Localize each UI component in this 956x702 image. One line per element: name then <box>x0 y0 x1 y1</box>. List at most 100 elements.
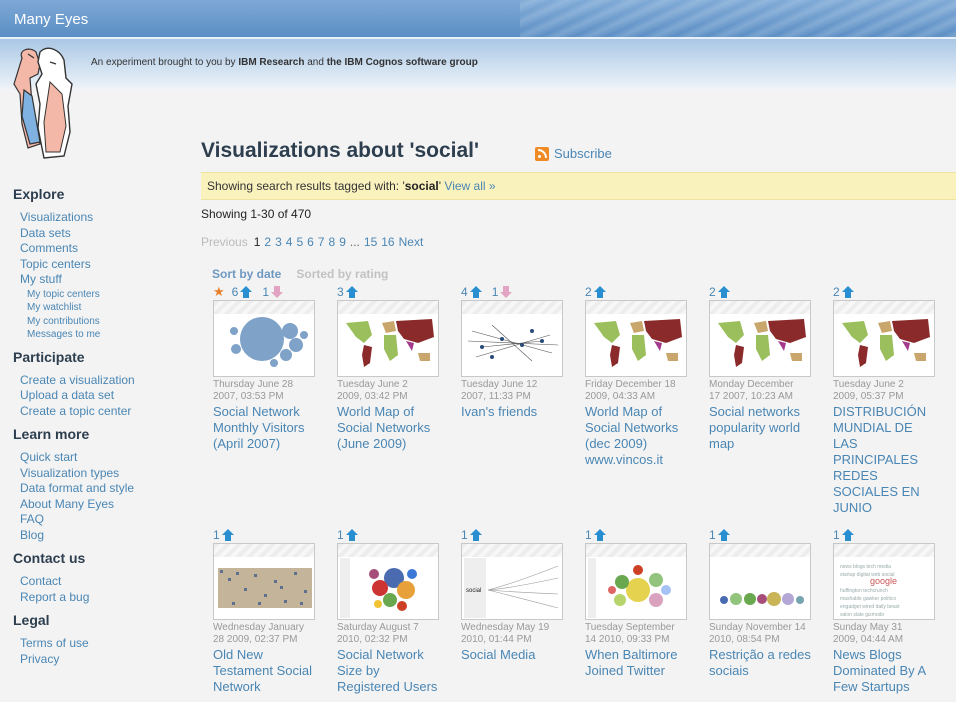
sidebar-item-topic-centers[interactable]: Topic centers <box>20 257 183 273</box>
thumbs-up-icon[interactable] <box>469 286 483 298</box>
sidebar-item-terms[interactable]: Terms of use <box>20 636 183 652</box>
upvote-count[interactable]: 1 <box>709 528 731 542</box>
upvote-count[interactable]: 1 <box>833 528 855 542</box>
card-title-link[interactable]: When Baltimore Joined Twitter <box>585 647 695 679</box>
card-title-line[interactable]: World Map of <box>337 404 447 420</box>
visualization-thumbnail[interactable]: news blogs tech media startup digital web… <box>833 543 935 620</box>
card-title-line[interactable]: sociais <box>709 663 819 679</box>
card-title-line[interactable]: DISTRIBUCIÓN <box>833 404 943 420</box>
rss-icon[interactable] <box>535 146 549 161</box>
card-title-line[interactable]: (June 2009) <box>337 436 447 452</box>
card-title-line[interactable]: Ivan's friends <box>461 404 571 420</box>
pager-page[interactable]: 9 <box>339 235 346 249</box>
downvote-count[interactable]: 1 <box>262 285 284 299</box>
sidebar-item-create-topic-center[interactable]: Create a topic center <box>20 404 183 420</box>
sidebar-item-privacy[interactable]: Privacy <box>20 652 183 668</box>
thumbs-up-icon[interactable] <box>717 529 731 541</box>
card-title-line[interactable]: SOCIALES EN <box>833 484 943 500</box>
visualization-thumbnail[interactable] <box>337 543 439 620</box>
sidebar-item-faq[interactable]: FAQ <box>20 512 183 528</box>
visualization-thumbnail[interactable] <box>585 300 687 377</box>
visualization-card[interactable]: 1 social Wednesday May 19 2010, 01:44 PM Soc… <box>461 528 571 663</box>
card-title-line[interactable]: Registered Users <box>337 679 447 695</box>
card-title-line[interactable]: News Blogs <box>833 647 943 663</box>
card-title-link[interactable]: Social Media <box>461 647 571 663</box>
upvote-count[interactable]: 1 <box>337 528 359 542</box>
card-title-link[interactable]: World Map of Social Networks (dec 2009) www… <box>585 404 695 468</box>
card-title-line[interactable]: Social Media <box>461 647 571 663</box>
sidebar-item-contact[interactable]: Contact <box>20 574 183 590</box>
upvote-count[interactable]: 2 <box>709 285 731 299</box>
thumbs-up-icon[interactable] <box>841 529 855 541</box>
upvote-count[interactable]: 1 <box>585 528 607 542</box>
app-title[interactable]: Many Eyes <box>14 11 88 28</box>
card-title-link[interactable]: Old New Testament Social Network <box>213 647 323 695</box>
card-title-line[interactable]: World Map of <box>585 404 695 420</box>
sidebar-item-messages-to-me[interactable]: Messages to me <box>27 328 183 342</box>
visualization-card[interactable]: 2 Tuesday June 2 2009, 05:37 PM DISTRIBUCIÓ… <box>833 285 943 516</box>
visualization-thumbnail[interactable] <box>337 300 439 377</box>
card-title-line[interactable]: When Baltimore <box>585 647 695 663</box>
visualization-card[interactable]: 4 1 Tuesday June 12 2007, 11:33 PM Ivan's fr… <box>461 285 571 420</box>
thumbs-up-icon[interactable] <box>469 529 483 541</box>
sidebar-item-visualizations[interactable]: Visualizations <box>20 210 183 226</box>
visualization-card[interactable]: 1 Wednesday January 28 2009, 02:37 PM Old N… <box>213 528 323 695</box>
card-title-link[interactable]: Ivan's friends <box>461 404 571 420</box>
card-title-line[interactable]: Joined Twitter <box>585 663 695 679</box>
pager-page[interactable]: 3 <box>275 235 282 249</box>
card-title-line[interactable]: www.vincos.it <box>585 452 695 468</box>
upvote-count[interactable]: 1 <box>461 528 483 542</box>
card-title-line[interactable]: (April 2007) <box>213 436 323 452</box>
upvote-count[interactable]: 2 <box>833 285 855 299</box>
visualization-thumbnail[interactable] <box>461 300 563 377</box>
sort-by-date[interactable]: Sort by date <box>212 267 281 281</box>
subscribe-label[interactable]: Subscribe <box>554 146 612 161</box>
visualization-card[interactable]: 1 Sunday November 14 2010, 08:54 PM Restriç… <box>709 528 819 679</box>
card-title-line[interactable]: Monthly Visitors <box>213 420 323 436</box>
card-title-line[interactable]: popularity world <box>709 420 819 436</box>
pager-page[interactable]: 5 <box>296 235 303 249</box>
sidebar-item-quick-start[interactable]: Quick start <box>20 450 183 466</box>
upvote-count[interactable]: 3 <box>337 285 359 299</box>
visualization-card[interactable]: 1 news blogs tech media startup digital we… <box>833 528 943 695</box>
card-title-link[interactable]: Restrição a redes sociais <box>709 647 819 679</box>
view-all-link[interactable]: View all » <box>444 179 495 193</box>
thumbs-up-icon[interactable] <box>593 286 607 298</box>
sidebar-item-report-bug[interactable]: Report a bug <box>20 590 183 606</box>
card-title-link[interactable]: Social networks popularity world map <box>709 404 819 452</box>
thumbs-up-icon[interactable] <box>239 286 253 298</box>
card-title-link[interactable]: Social Network Monthly Visitors (April 200… <box>213 404 323 452</box>
thumbs-up-icon[interactable] <box>717 286 731 298</box>
card-title-line[interactable]: Social Network <box>213 404 323 420</box>
card-title-line[interactable]: Size by <box>337 663 447 679</box>
card-title-line[interactable]: Restrição a redes <box>709 647 819 663</box>
visualization-card[interactable]: 2 Monday December 17 2007, 10:23 AM Social … <box>709 285 819 452</box>
visualization-card[interactable]: 3 Tuesday June 2 2009, 03:42 PM World Map o… <box>337 285 447 452</box>
sidebar-item-create-visualization[interactable]: Create a visualization <box>20 373 183 389</box>
card-title-line[interactable]: MUNDIAL DE <box>833 420 943 436</box>
card-title-line[interactable]: Social Network <box>337 647 447 663</box>
visualization-thumbnail[interactable] <box>213 300 315 377</box>
pager-page[interactable]: 4 <box>286 235 293 249</box>
sidebar-item-my-contributions[interactable]: My contributions <box>27 315 183 329</box>
thumbs-up-icon[interactable] <box>593 529 607 541</box>
visualization-thumbnail[interactable] <box>213 543 315 620</box>
thumbs-down-icon[interactable] <box>270 286 284 298</box>
sidebar-item-comments[interactable]: Comments <box>20 241 183 257</box>
card-title-line[interactable]: Dominated By A <box>833 663 943 679</box>
thumbs-up-icon[interactable] <box>841 286 855 298</box>
upvote-count[interactable]: 6 <box>232 285 254 299</box>
pager-page[interactable]: 2 <box>264 235 271 249</box>
pager-page[interactable]: 8 <box>329 235 336 249</box>
visualization-thumbnail[interactable] <box>585 543 687 620</box>
visualization-thumbnail[interactable]: social <box>461 543 563 620</box>
sidebar-item-visualization-types[interactable]: Visualization types <box>20 466 183 482</box>
card-title-line[interactable]: REDES <box>833 468 943 484</box>
visualization-card[interactable]: 1 Tuesday September 14 2010, 09:33 PM When … <box>585 528 695 679</box>
sidebar-item-my-stuff[interactable]: My stuff <box>20 272 183 288</box>
subscribe-link[interactable]: Subscribe <box>535 146 612 161</box>
card-title-link[interactable]: News Blogs Dominated By A Few Startups <box>833 647 943 695</box>
many-eyes-logo[interactable] <box>10 44 78 162</box>
upvote-count[interactable]: 2 <box>585 285 607 299</box>
visualization-thumbnail[interactable] <box>709 300 811 377</box>
